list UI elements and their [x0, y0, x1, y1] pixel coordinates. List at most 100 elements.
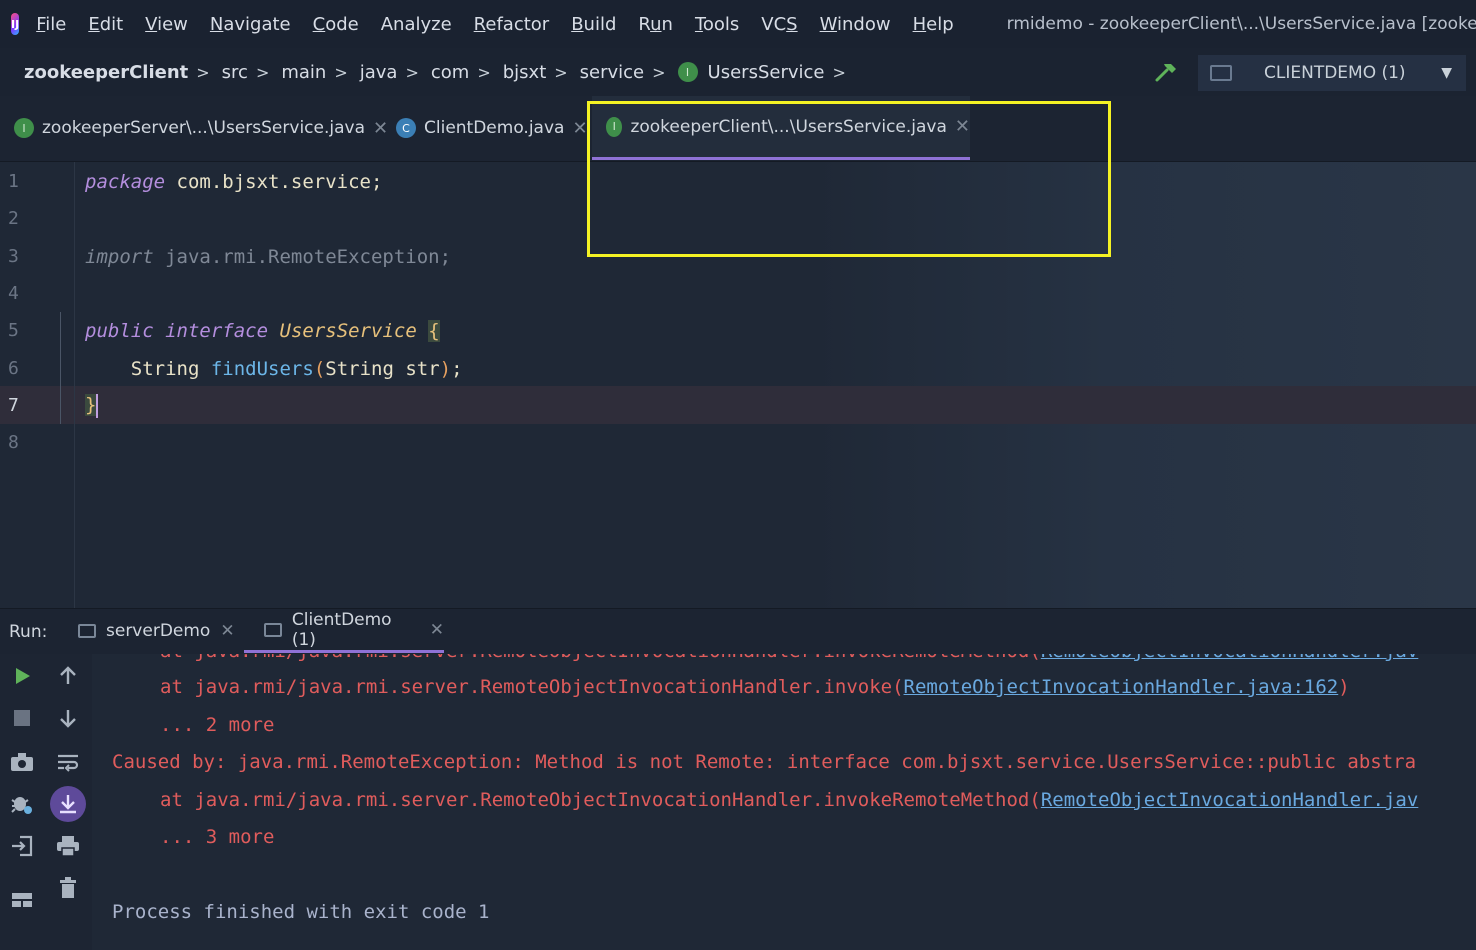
- import-path: java.rmi.RemoteException;: [153, 245, 452, 268]
- run-toolbar: [0, 654, 92, 950]
- camera-icon[interactable]: [8, 748, 36, 776]
- code-line: 5 public interface UsersService {: [0, 312, 1476, 349]
- chevron-right-icon: >: [554, 62, 568, 82]
- method-name: findUsers: [210, 357, 314, 380]
- interface-icon: I: [606, 116, 623, 137]
- build-hammer-icon[interactable]: [1154, 60, 1180, 84]
- scroll-to-end-icon[interactable]: [50, 786, 86, 822]
- run-label: Run:: [9, 622, 48, 642]
- line-number: 1: [8, 171, 19, 192]
- close-icon[interactable]: ✕: [955, 116, 970, 137]
- line-number: 2: [8, 208, 19, 229]
- crumb-src[interactable]: src >: [222, 62, 282, 83]
- menu-tools[interactable]: Tools: [684, 14, 750, 35]
- editor-tab-bar: I zookeeperServer\...\UsersService.java …: [0, 96, 1476, 162]
- chevron-right-icon: >: [255, 62, 270, 82]
- semicolon: ;: [451, 357, 463, 380]
- parameters: String str: [325, 357, 440, 380]
- debug-settings-icon[interactable]: [8, 790, 36, 818]
- arrow-down-icon[interactable]: [54, 704, 82, 732]
- paren: ): [439, 357, 452, 380]
- tab-server-usersservice[interactable]: I zookeeperServer\...\UsersService.java …: [14, 96, 388, 160]
- console-line: ... 3 more: [160, 826, 275, 848]
- keyword: interface: [165, 319, 269, 342]
- code-editor[interactable]: 1 package com.bjsxt.service; 2 3 import …: [0, 162, 1476, 608]
- tab-label: zookeeperClient\...\UsersService.java: [630, 116, 947, 137]
- rerun-icon[interactable]: [8, 662, 36, 690]
- class-icon: C: [396, 118, 416, 138]
- menu-refactor[interactable]: Refactor: [463, 14, 561, 35]
- caret-down-icon[interactable]: ▼: [1441, 65, 1452, 81]
- interface-name: UsersService: [279, 319, 417, 342]
- close-icon[interactable]: ✕: [373, 118, 388, 139]
- run-panel-header: Run: serverDemo ✕ ClientDemo (1) ✕: [0, 608, 1476, 654]
- menu-run[interactable]: Run: [627, 14, 684, 35]
- tab-clientdemo[interactable]: C ClientDemo.java ✕: [396, 96, 588, 160]
- menu-navigate[interactable]: Navigate: [199, 14, 302, 35]
- arrow-up-icon[interactable]: [54, 662, 82, 690]
- run-tab-clientdemo[interactable]: ClientDemo (1) ✕: [244, 609, 444, 653]
- menu-code[interactable]: Code: [302, 14, 370, 35]
- tab-label: ClientDemo.java: [424, 118, 565, 138]
- menu-vcs[interactable]: VCS: [750, 14, 808, 35]
- text-caret: [96, 393, 99, 418]
- console-line: ... 2 more: [160, 714, 275, 736]
- trash-icon[interactable]: [54, 874, 82, 902]
- keyword: import: [85, 245, 154, 268]
- run-tab-label: serverDemo: [106, 621, 211, 641]
- menu-help[interactable]: Help: [902, 14, 965, 35]
- tab-client-usersservice[interactable]: I zookeeperClient\...\UsersService.java …: [592, 96, 970, 160]
- crumb-com[interactable]: com >: [431, 62, 503, 83]
- package-name: com.bjsxt.service;: [165, 170, 383, 193]
- code-line: 3 import java.rmi.RemoteException;: [0, 238, 1476, 275]
- chevron-right-icon: >: [832, 62, 846, 82]
- console-icon: [264, 622, 282, 637]
- menu-view[interactable]: View: [134, 14, 199, 35]
- crumb-project[interactable]: zookeeperClient >: [0, 62, 222, 83]
- run-tab-label: ClientDemo (1): [291, 609, 392, 650]
- code-line: 6 String findUsers(String str);: [0, 350, 1476, 387]
- console-icon: [78, 624, 96, 638]
- code-line: 7 }: [0, 387, 1476, 424]
- crumb-service[interactable]: service >: [580, 62, 678, 83]
- chevron-right-icon: >: [405, 62, 419, 82]
- menu-window[interactable]: Window: [809, 14, 902, 35]
- menu-file[interactable]: File: [25, 14, 77, 35]
- stacktrace-link[interactable]: RemoteObjectInvocationHandler.java:162: [904, 676, 1339, 698]
- print-icon[interactable]: [54, 832, 82, 860]
- close-icon[interactable]: ✕: [430, 620, 444, 640]
- run-configuration-selector[interactable]: CLIENTDEMO (1) ▼: [1198, 55, 1466, 91]
- close-icon[interactable]: ✕: [220, 621, 234, 641]
- exit-icon[interactable]: [8, 832, 36, 860]
- brace: {: [428, 319, 440, 342]
- stacktrace-link[interactable]: RemoteObjectInvocationHandler.jav: [1041, 789, 1419, 811]
- close-icon[interactable]: ✕: [572, 118, 587, 139]
- code-line: 1 package com.bjsxt.service;: [0, 163, 1476, 200]
- interface-icon: I: [14, 118, 34, 138]
- line-number: 8: [8, 432, 19, 453]
- crumb-bjsxt[interactable]: bjsxt >: [503, 62, 580, 83]
- stop-icon[interactable]: [8, 704, 36, 732]
- interface-icon: I: [677, 62, 698, 82]
- layout-icon[interactable]: [8, 886, 36, 914]
- crumb-java[interactable]: java >: [360, 62, 431, 83]
- soft-wrap-icon[interactable]: [54, 748, 82, 776]
- menu-build[interactable]: Build: [560, 14, 627, 35]
- console-output[interactable]: at java.rmi/java.rmi.server.RemoteObject…: [92, 654, 1476, 950]
- menu-edit[interactable]: Edit: [77, 14, 134, 35]
- stacktrace-link[interactable]: RemoteObjectInvocationHandler.jav: [1041, 654, 1419, 662]
- application-config-icon: [1210, 65, 1232, 81]
- console-line: at java.rmi/java.rmi.server.RemoteObject…: [160, 789, 1419, 811]
- tab-label: zookeeperServer\...\UsersService.java: [42, 118, 365, 138]
- chevron-right-icon: >: [477, 62, 491, 82]
- keyword: package: [85, 170, 166, 193]
- menu-analyze[interactable]: Analyze: [370, 14, 463, 35]
- line-number: 6: [8, 358, 19, 379]
- crumb-usersservice[interactable]: I UsersService >: [677, 62, 858, 83]
- run-tab-serverdemo[interactable]: serverDemo ✕: [78, 609, 235, 653]
- intellij-logo-icon: IJ: [11, 13, 20, 35]
- chevron-right-icon: >: [334, 62, 348, 82]
- process-exit-message: Process finished with exit code 1: [112, 901, 490, 923]
- crumb-main[interactable]: main >: [281, 62, 359, 83]
- line-number: 7: [8, 395, 19, 416]
